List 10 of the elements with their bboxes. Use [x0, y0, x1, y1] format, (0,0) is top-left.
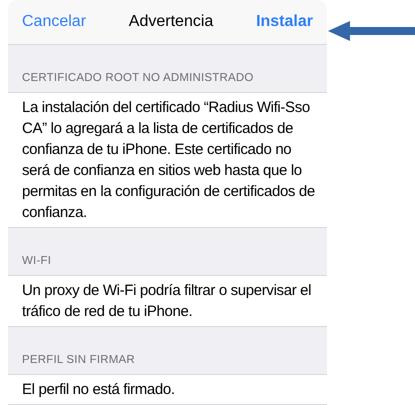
section-text: Un proxy de Wi-Fi podría filtrar o supervisar el tráfico de red de tu iPhone.: [22, 281, 312, 322]
section-text: El perfil no está firmado.: [22, 380, 176, 400]
arrow-icon: [328, 21, 415, 41]
install-button[interactable]: Instalar: [256, 10, 313, 34]
nav-title: Advertencia: [128, 12, 214, 32]
section-header: WI-FI: [22, 255, 52, 267]
section-header: CERTIFICADO ROOT NO ADMINISTRADO: [22, 72, 254, 84]
section-text: La instalación del certificado “Radius Wifi-Sso CA” lo agregará a la lista de certificados de confianza de tu iPhone. Este certificado no será de confianza en sitios web hasta que lo permitas en la configuración de certificados de confianza.: [22, 98, 316, 223]
section-header: PERFIL SIN FIRMAR: [22, 354, 135, 366]
cancel-button[interactable]: Cancelar: [22, 10, 86, 34]
